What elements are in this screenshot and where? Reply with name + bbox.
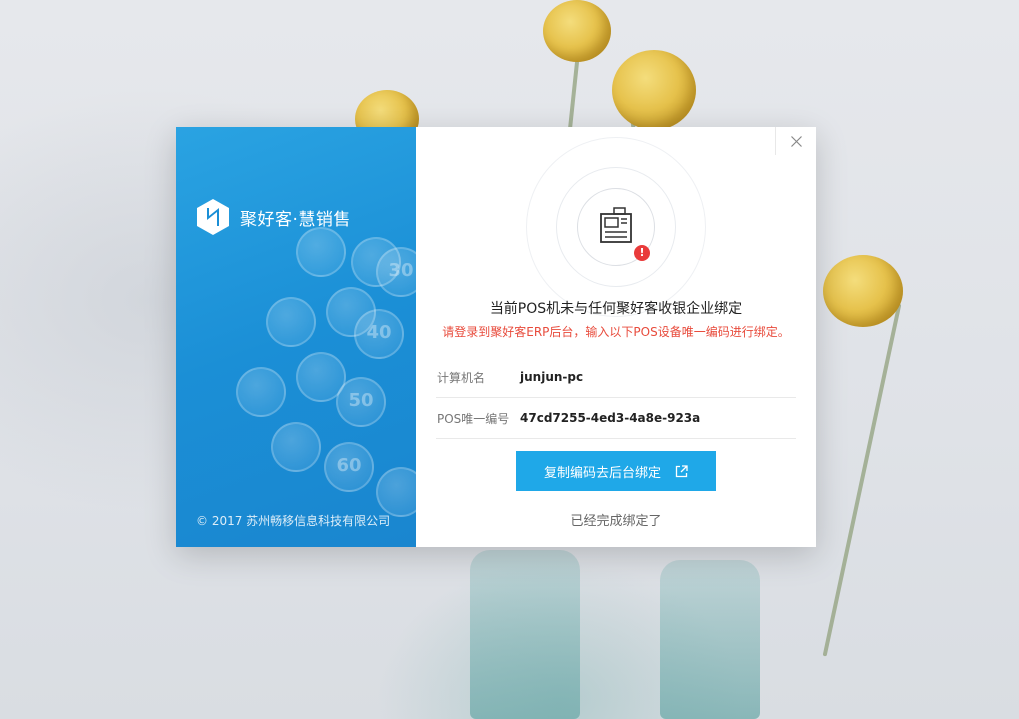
- dialog-sidebar: 30 40 50 60 聚好客·慧销售 © 2017 苏州畅移信息科技有限公司: [176, 127, 416, 547]
- glass-vase: [660, 560, 760, 719]
- key-decoration: [266, 297, 316, 347]
- pos-terminal-icon: [600, 207, 632, 243]
- dialog-instruction: 请登录到聚好客ERP后台，输入以下POS设备唯一编码进行绑定。: [442, 325, 790, 339]
- key-decoration: 30: [376, 247, 416, 297]
- yellow-flower: [612, 50, 696, 130]
- external-link-icon: [675, 464, 688, 477]
- close-icon: [791, 136, 802, 147]
- dialog-content: ! 当前POS机未与任何聚好客收银企业绑定 请登录到聚好客ERP后台，输入以下P…: [416, 127, 816, 547]
- pos-id-value: 47cd7255-4ed3-4a8e-923a: [520, 411, 701, 425]
- computer-name-row: 计算机名 junjun-pc: [436, 357, 796, 398]
- binding-dialog: 30 40 50 60 聚好客·慧销售 © 2017 苏州畅移信息科技有限公司: [176, 127, 816, 547]
- yellow-flower: [823, 255, 903, 327]
- pos-id-label: POS唯一编号: [437, 411, 510, 426]
- keyboard-decoration: 30 40 50 60: [176, 127, 416, 547]
- copyright-text: © 2017 苏州畅移信息科技有限公司: [196, 514, 391, 528]
- yellow-flower: [543, 0, 611, 62]
- key-decoration: 40: [354, 309, 404, 359]
- computer-name-value: junjun-pc: [520, 370, 584, 384]
- brand-logo-icon: [197, 199, 229, 235]
- binding-done-link[interactable]: 已经完成绑定了: [416, 510, 816, 529]
- copy-code-button[interactable]: 复制编码去后台绑定: [516, 451, 716, 491]
- copy-code-button-label: 复制编码去后台绑定: [543, 465, 661, 481]
- key-decoration: [271, 422, 321, 472]
- key-decoration: 60: [324, 442, 374, 492]
- brand-name: 聚好客·慧销售: [240, 209, 351, 230]
- key-decoration: 50: [336, 377, 386, 427]
- key-decoration: [236, 367, 286, 417]
- computer-name-label: 计算机名: [437, 370, 486, 385]
- close-button[interactable]: [775, 127, 816, 155]
- warning-badge-icon: !: [634, 245, 650, 261]
- dialog-title: 当前POS机未与任何聚好客收银企业绑定: [489, 301, 743, 317]
- key-decoration: [376, 467, 416, 517]
- brand-logo: 聚好客·慧销售: [196, 198, 351, 236]
- pos-id-row: POS唯一编号 47cd7255-4ed3-4a8e-923a: [436, 398, 796, 439]
- flower-stem: [822, 303, 902, 657]
- glass-vase: [470, 550, 580, 719]
